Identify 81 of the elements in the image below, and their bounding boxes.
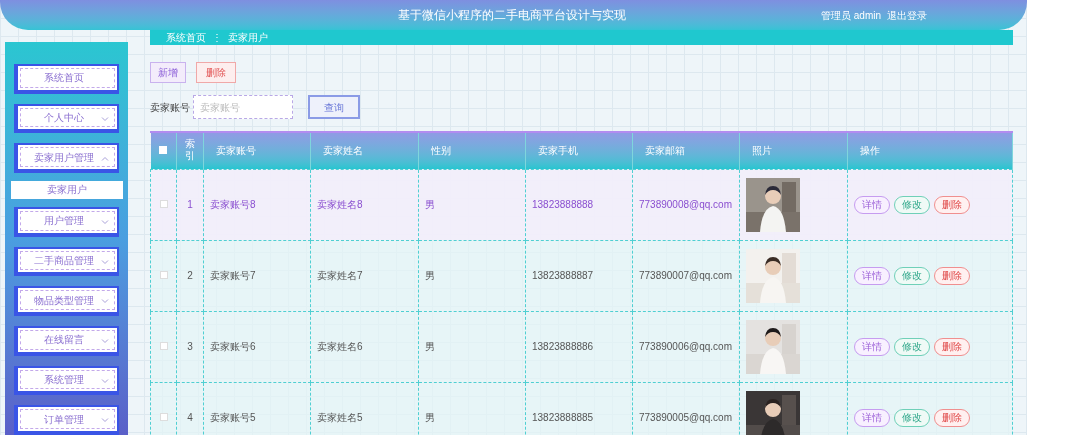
checkbox[interactable] bbox=[159, 271, 168, 279]
detail-button[interactable]: 详情 bbox=[854, 266, 890, 285]
delete-button[interactable]: 删除 bbox=[934, 266, 970, 285]
caret-down-icon bbox=[101, 299, 109, 305]
column-header: 索引 bbox=[185, 138, 195, 163]
table-cell: 卖家姓名7 bbox=[317, 270, 363, 281]
sidebar-item[interactable]: 系统管理 bbox=[14, 365, 119, 396]
add-button[interactable]: 新增 bbox=[150, 62, 186, 83]
caret-down-icon bbox=[101, 116, 109, 122]
edit-button[interactable]: 修改 bbox=[894, 195, 930, 214]
caret-down-icon bbox=[101, 259, 109, 265]
table-cell: 卖家姓名5 bbox=[317, 412, 363, 423]
column-header: 卖家手机 bbox=[538, 145, 578, 157]
sidebar-item[interactable]: 二手商品管理 bbox=[14, 246, 119, 277]
caret-up-icon bbox=[101, 156, 109, 162]
table-cell: 773890005@qq.com bbox=[639, 412, 732, 423]
column-header: 性别 bbox=[431, 145, 451, 157]
table-cell: 男 bbox=[425, 341, 435, 352]
table-cell: 卖家账号6 bbox=[210, 341, 256, 352]
table-cell: 13823888886 bbox=[532, 341, 594, 352]
caret-down-icon bbox=[101, 219, 109, 225]
sidebar-item[interactable]: 物品类型管理 bbox=[14, 286, 119, 316]
checkbox[interactable] bbox=[159, 342, 168, 350]
search-field[interactable]: 卖家账号 bbox=[193, 95, 293, 119]
edit-button[interactable]: 修改 bbox=[894, 408, 930, 427]
logout-link[interactable]: 退出登录 bbox=[887, 7, 927, 23]
delete-button[interactable]: 删除 bbox=[934, 195, 970, 214]
search-button[interactable]: 查询 bbox=[308, 95, 360, 119]
submenu-item[interactable]: 卖家用户 bbox=[10, 181, 123, 199]
caret-down-icon bbox=[101, 378, 109, 384]
table-cell: 13823888887 bbox=[532, 270, 594, 281]
table-cell: 773890006@qq.com bbox=[639, 341, 732, 352]
table-cell: 卖家姓名8 bbox=[317, 199, 363, 210]
caret-down-icon bbox=[101, 338, 109, 344]
column-header: 照片 bbox=[752, 145, 772, 157]
table-cell: 卖家账号7 bbox=[210, 270, 256, 281]
table-cell: 卖家账号8 bbox=[210, 199, 256, 210]
delete-button[interactable]: 删除 bbox=[934, 408, 970, 427]
column-header: 操作 bbox=[860, 145, 880, 157]
column-header: 卖家邮箱 bbox=[645, 145, 685, 157]
edit-button[interactable]: 修改 bbox=[894, 337, 930, 356]
delete-button[interactable]: 删除 bbox=[196, 62, 236, 83]
sidebar-item[interactable]: 用户管理 bbox=[14, 206, 119, 237]
table-cell: 13823888885 bbox=[532, 412, 594, 423]
edit-button[interactable]: 修改 bbox=[894, 266, 930, 285]
breadcrumb-link[interactable]: 系统首页 bbox=[166, 30, 206, 45]
caret-down-icon bbox=[101, 418, 109, 424]
table-cell: 4 bbox=[187, 412, 193, 423]
sidebar-item[interactable]: 个人中心 bbox=[14, 103, 119, 134]
table-cell: 男 bbox=[425, 412, 435, 423]
search-label: 卖家账号 bbox=[150, 100, 190, 115]
sidebar-item[interactable]: 订单管理 bbox=[14, 405, 119, 435]
sidebar-item[interactable]: 在线留言 bbox=[14, 325, 119, 356]
table-row[interactable]: 3 卖家账号6 卖家姓名6 男 13823888886 773890006@qq.com 详情 修改 删除 bbox=[150, 311, 1013, 382]
site-title: 基于微信小程序的二手电商平台设计与实现 bbox=[398, 7, 626, 23]
table-cell: 2 bbox=[187, 270, 193, 281]
table-row[interactable]: 1 卖家账号8 卖家姓名8 男 13823888888 773890008@qq.com 详情 修改 删除 bbox=[150, 169, 1013, 240]
table-cell: 卖家姓名6 bbox=[317, 341, 363, 352]
table-cell: 1 bbox=[187, 199, 193, 210]
table-cell: 13823888888 bbox=[532, 199, 594, 210]
table-cell: 男 bbox=[425, 270, 435, 281]
sidebar-item[interactable]: 系统首页 bbox=[14, 64, 119, 94]
table-cell: 773890007@qq.com bbox=[639, 270, 732, 281]
column-header: 卖家账号 bbox=[216, 145, 256, 157]
column-header: 卖家姓名 bbox=[323, 145, 363, 157]
delete-button[interactable]: 删除 bbox=[934, 337, 970, 356]
table-cell: 773890008@qq.com bbox=[639, 199, 732, 210]
table-row[interactable]: 2 卖家账号7 卖家姓名7 男 13823888887 773890007@qq.com 详情 修改 删除 bbox=[150, 240, 1013, 311]
breadcrumb-link[interactable]: 卖家用户 bbox=[228, 30, 268, 45]
breadcrumb-separator: ⋮ bbox=[212, 31, 222, 45]
table-row[interactable]: 4 卖家账号5 卖家姓名5 男 13823888885 773890005@qq.com 详情 修改 删除 bbox=[150, 382, 1013, 435]
table-cell: 男 bbox=[425, 199, 435, 210]
checkbox[interactable] bbox=[159, 200, 168, 208]
detail-button[interactable]: 详情 bbox=[854, 195, 890, 214]
checkbox[interactable] bbox=[159, 413, 168, 421]
table-cell: 卖家账号5 bbox=[210, 412, 256, 423]
user-name: 管理员 admin bbox=[821, 8, 881, 23]
detail-button[interactable]: 详情 bbox=[854, 408, 890, 427]
sidebar-item[interactable]: 卖家用户管理 bbox=[14, 143, 119, 174]
detail-button[interactable]: 详情 bbox=[854, 337, 890, 356]
table-cell: 3 bbox=[187, 341, 193, 352]
